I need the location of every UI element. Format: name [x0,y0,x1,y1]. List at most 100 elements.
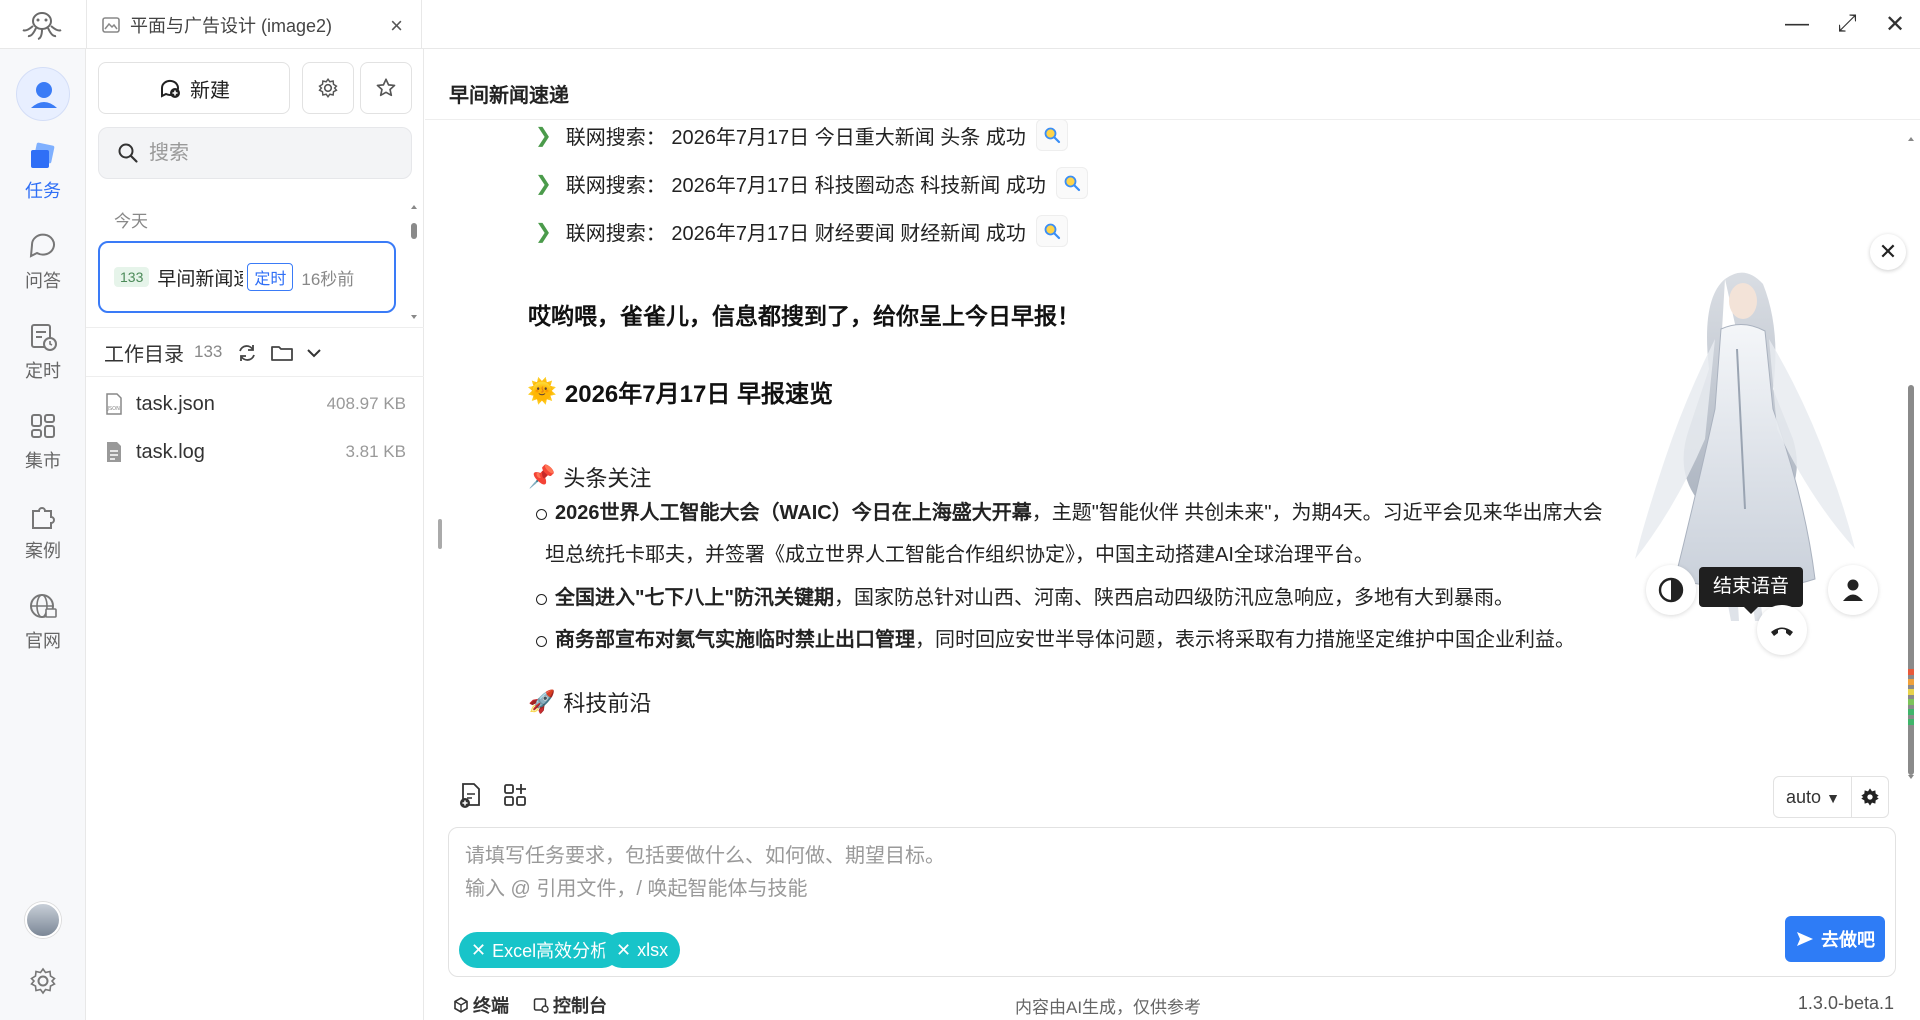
chat-icon [29,233,55,258]
rail-item-label: 集市 [25,451,61,471]
date-heading: 🌞 2026年7月17日 早报速览 [527,374,833,409]
submit-label: 去做吧 [1821,930,1875,950]
hang-up-button[interactable] [1757,605,1807,655]
rail-item-label: 官网 [25,631,61,651]
news-bullet: 全国进入"七下八上"防汛关键期，国家防总针对山西、河南、陕西启动四级防汛应急响应… [536,577,1700,619]
puzzle-icon [32,507,55,529]
news-bullet-bold: 全国进入"七下八上"防汛关键期 [555,587,834,609]
user-profile-button[interactable] [16,67,70,121]
news-bullet-text: ，国家防总针对山西、河南、陕西启动四级防汛应急响应，多地有大到暴雨。 [833,587,1514,609]
answer-intro: 哎哟喂，雀雀儿，信息都搜到了，给你呈上今日早报！ [528,303,1080,329]
add-component-icon[interactable] [501,781,529,809]
news-bullet-bold: 2026世界人工智能大会（WAIC）今日在上海盛大开幕 [555,502,1032,524]
section-heading-text: 头条关注 [563,466,652,491]
rail-item-label: 定时 [25,361,61,381]
file-name: task.json [136,392,215,415]
app-logo-icon[interactable] [20,10,64,40]
terminal-button[interactable]: 终端 [453,992,509,1018]
page-title: 早间新闻速递 [449,85,569,107]
rail-item-schedule[interactable]: 定时 [0,321,86,383]
sun-emoji-icon: 🌞 [527,378,557,405]
avatar[interactable] [25,902,61,938]
task-search-box[interactable] [98,127,412,179]
workdir-header: 工作目录 133 [86,327,424,377]
grid-icon [31,414,55,438]
search-step[interactable]: ❯ 联网搜索： 2026年7月17日 科技圈动态 科技新闻 成功 [535,167,1088,199]
folder-icon[interactable] [270,342,294,364]
search-result-button[interactable] [1035,215,1068,247]
image-icon [102,16,120,33]
terminal-label: 终端 [473,996,509,1016]
close-window-button[interactable]: ✕ [1880,10,1910,39]
svg-text:JSON: JSON [107,406,121,412]
workdir-label: 工作目录 [104,343,184,366]
file-row[interactable]: task.log 3.81 KB [86,428,424,476]
user-icon [31,82,57,108]
submit-button[interactable]: 去做吧 [1785,916,1885,962]
task-list-scrollbar[interactable] [409,199,419,325]
search-step[interactable]: ❯ 联网搜索： 2026年7月17日 今日重大新闻 头条 成功 [535,119,1068,151]
favorites-button[interactable] [360,62,412,114]
file-name: task.log [136,440,205,463]
person-icon [1843,579,1863,601]
rail-item-cases[interactable]: 案例 [0,501,86,563]
news-bullet: 2026世界人工智能大会（WAIC）今日在上海盛大开幕，主题"智能伙伴 共创未来… [536,492,1700,576]
section-heading: 🚀 科技前沿 [528,686,651,718]
news-bullet-continuation: 坦总统托卡耶夫，并签署《成立世界人工智能合作组织协定》，中国主动搭建AI全球治理… [545,544,1374,566]
minimize-button[interactable]: — [1782,10,1812,38]
skill-chip[interactable]: ✕ xlsx [604,932,681,968]
news-bullet-bold: 商务部宣布对氦气实施临时禁止出口管理 [555,629,915,651]
search-step[interactable]: ❯ 联网搜索： 2026年7月17日 财经要闻 财经新闻 成功 [535,215,1068,247]
chevron-right-icon: ❯ [535,220,552,243]
task-settings-button[interactable] [302,62,354,114]
console-button[interactable]: 控制台 [533,992,607,1018]
app-version: 1.3.0-beta.1 [1797,993,1894,1013]
maximize-button[interactable]: ⤢ [1832,10,1862,38]
task-input-box[interactable]: ✕ Excel高效分析 ✕ xlsx 去做吧 [448,827,1896,977]
theme-toggle-button[interactable] [1646,565,1696,615]
document-tab[interactable]: 平面与广告设计 (image2) × [86,0,422,49]
search-icon [118,143,138,163]
news-bullet: 商务部宣布对氦气实施临时禁止出口管理，同时回应安世半导体问题，表示将采取有力措施… [536,619,1700,661]
rail-item-qa[interactable]: 问答 [0,231,86,293]
panel-resize-handle[interactable] [438,519,442,549]
voice-level-meter [1908,669,1914,725]
rail-item-market[interactable]: 集市 [0,411,86,473]
rail-item-tasks[interactable]: 任务 [0,141,86,203]
model-selector[interactable]: auto ▼ [1773,776,1889,818]
settings-gear-icon[interactable] [28,966,58,996]
left-rail: 任务 问答 定时 集市 案例 官网 [0,49,86,1020]
new-task-label: 新建 [190,79,230,102]
tab-close-icon[interactable]: × [390,13,403,39]
chip-remove-icon[interactable]: ✕ [616,940,631,961]
web-search-icon [1064,175,1080,192]
json-file-icon: JSON [106,393,122,415]
chip-remove-icon[interactable]: ✕ [471,940,486,961]
file-row[interactable]: JSON task.json 408.97 KB [86,380,424,428]
task-card[interactable]: 133 早间新闻速递 定时 16秒前 [98,241,396,313]
rail-item-label: 任务 [25,181,61,201]
avatar-settings-button[interactable] [1828,565,1878,615]
close-voice-panel-button[interactable]: ✕ [1870,234,1906,270]
skill-chip[interactable]: ✕ Excel高效分析 [459,932,621,968]
chip-label: xlsx [637,939,669,960]
date-heading-text: 2026年7月17日 早报速览 [564,381,833,408]
web-search-icon [1044,127,1060,144]
search-result-button[interactable] [1035,119,1068,151]
add-file-icon[interactable] [457,781,485,809]
refresh-icon[interactable] [236,342,258,364]
chevron-down-icon[interactable] [304,343,324,363]
section-heading-text: 科技前沿 [563,691,652,716]
search-result-button[interactable] [1055,167,1088,199]
search-input[interactable] [149,141,399,165]
section-heading: 📌 头条关注 [528,461,651,493]
task-input[interactable] [465,840,1465,910]
gear-icon [318,77,338,99]
contrast-icon [1658,577,1684,603]
rail-item-website[interactable]: 官网 [0,591,86,653]
file-size: 408.97 KB [326,394,406,413]
chevron-right-icon: ❯ [535,124,552,147]
model-settings-button[interactable] [1850,776,1888,818]
new-task-button[interactable]: 新建 [98,62,290,114]
news-bullet-text: ，同时回应安世半导体问题，表示将采取有力措施坚定维护中国企业利益。 [915,629,1575,651]
